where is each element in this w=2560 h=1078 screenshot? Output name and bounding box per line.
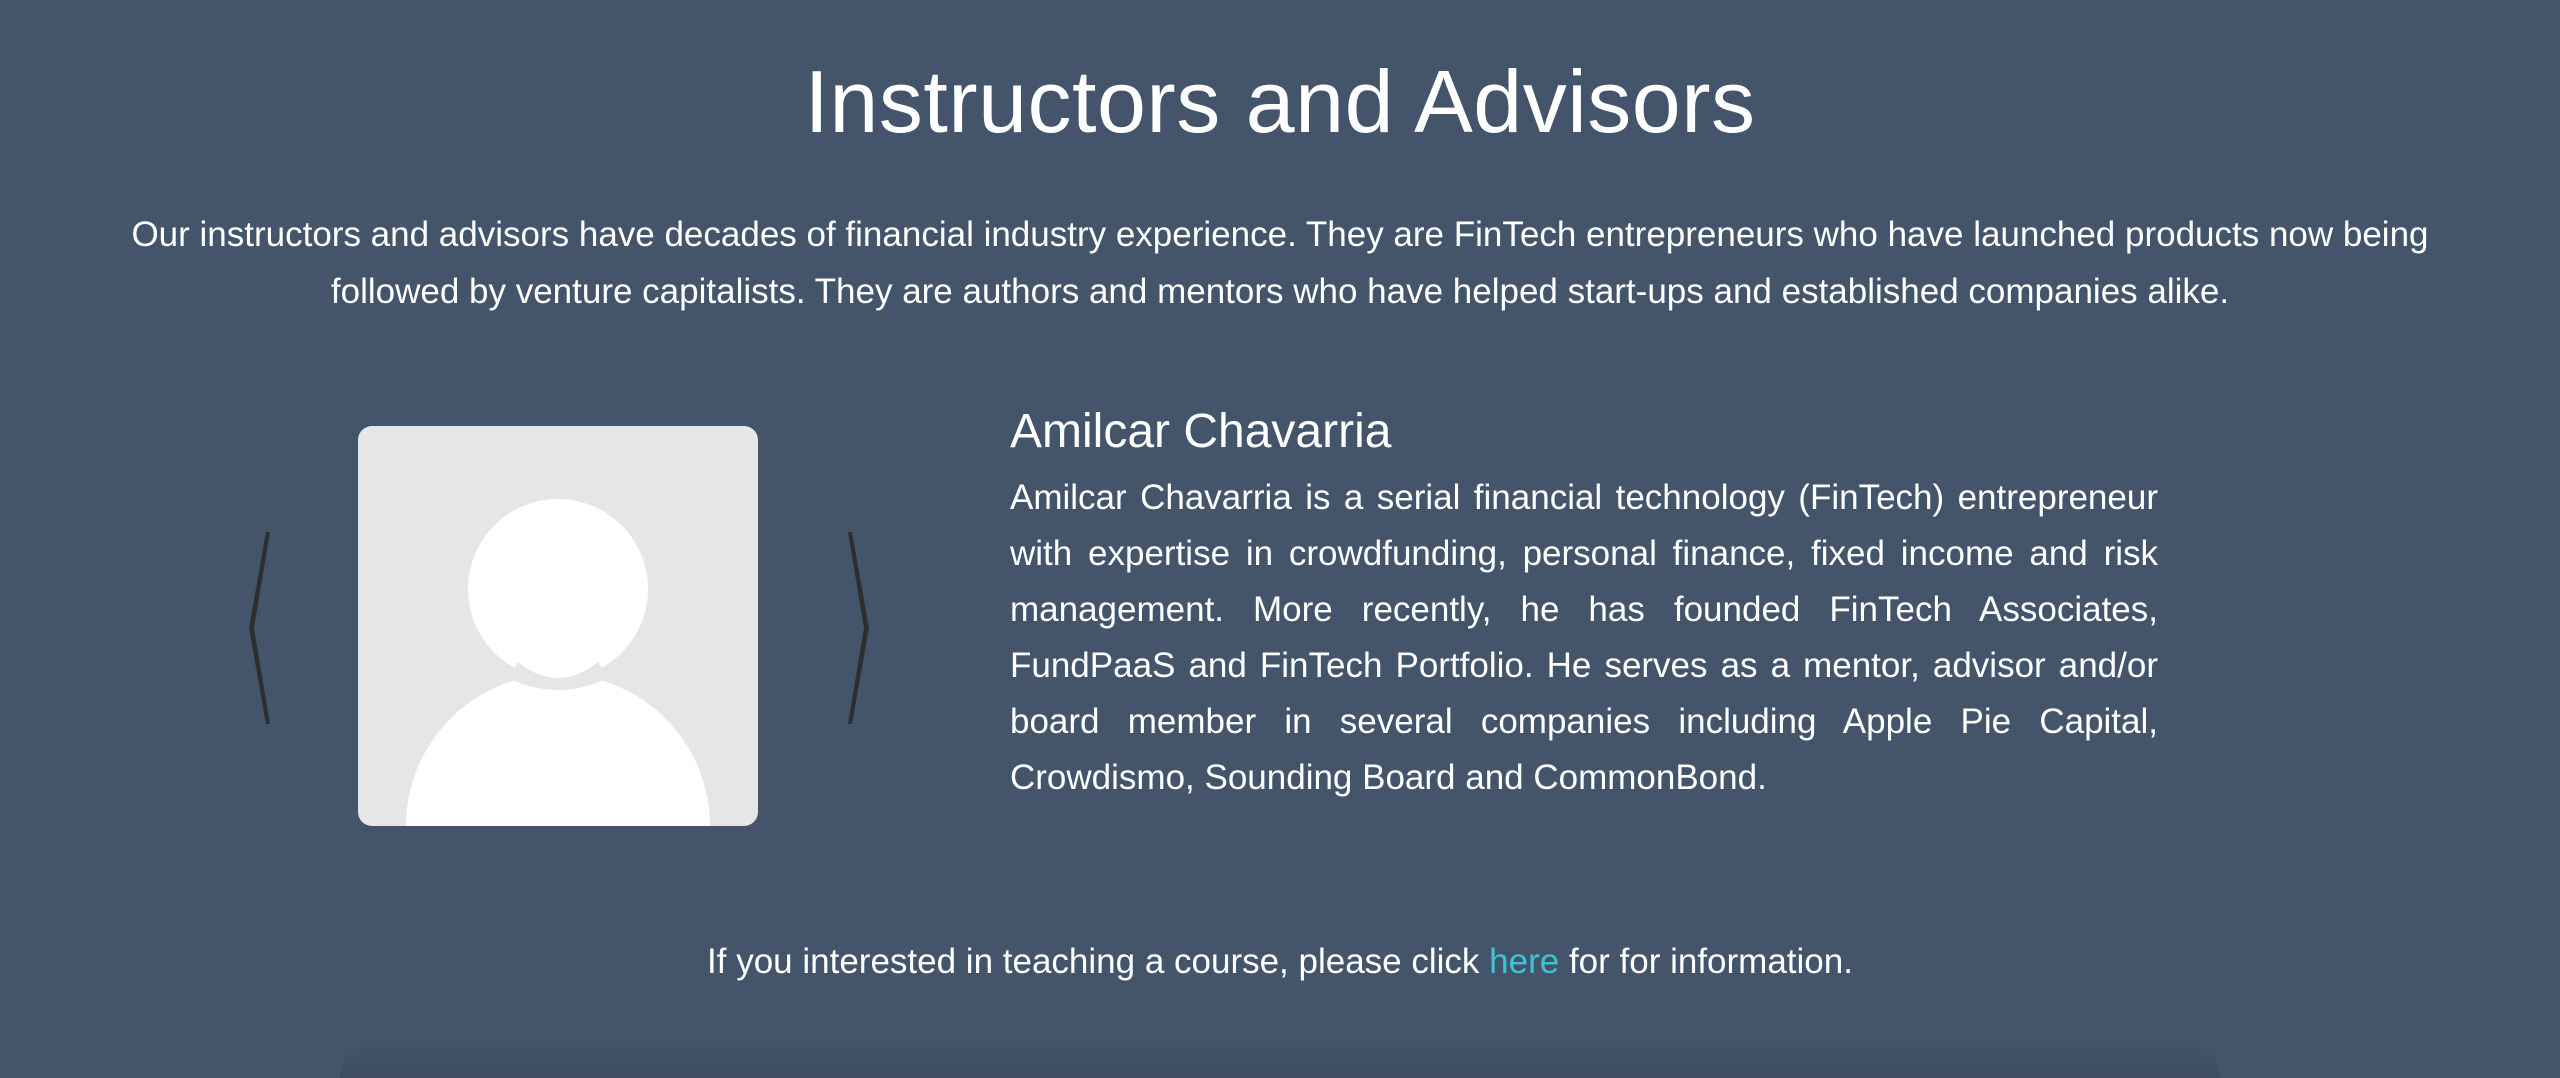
chevron-right-icon bbox=[848, 532, 869, 724]
instructors-section: Instructors and Advisors Our instructors… bbox=[0, 0, 2560, 1078]
instructor-description: Amilcar Chavarria is a serial financial … bbox=[1010, 478, 2158, 797]
teaching-cta: If you interested in teaching a course, … bbox=[0, 934, 2560, 990]
section-intro: Our instructors and advisors have decade… bbox=[131, 215, 2429, 311]
carousel-next-button[interactable] bbox=[840, 528, 880, 728]
carousel-prev-button[interactable] bbox=[240, 528, 280, 728]
cta-here-link[interactable]: here bbox=[1489, 942, 1559, 981]
instructor-bio: Amilcar Chavarria Amilcar Chavarria is a… bbox=[1010, 400, 2158, 806]
instructor-avatar bbox=[358, 426, 758, 826]
user-placeholder-icon bbox=[406, 499, 710, 826]
bottom-shadow bbox=[340, 1040, 2220, 1078]
instructor-carousel: Amilcar Chavarria Amilcar Chavarria is a… bbox=[0, 380, 2560, 840]
cta-text-before: If you interested in teaching a course, … bbox=[707, 942, 1490, 981]
chevron-left-icon bbox=[249, 532, 270, 724]
instructor-name: Amilcar Chavarria bbox=[1010, 405, 1392, 458]
cta-text-after: for for information. bbox=[1559, 942, 1853, 981]
section-title: Instructors and Advisors bbox=[804, 52, 1756, 151]
